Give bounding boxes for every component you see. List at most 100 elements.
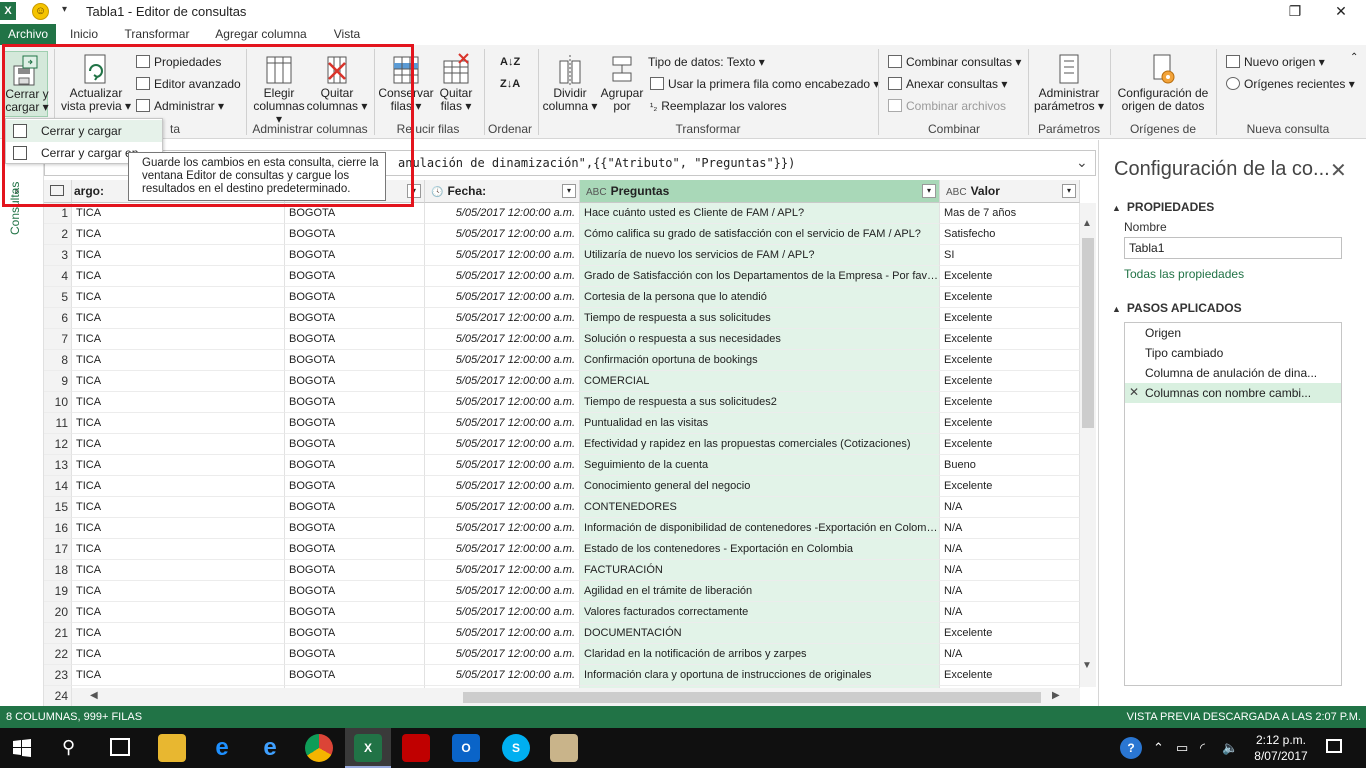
table-cell-valor[interactable]: Excelente [940,413,1080,434]
table-cell-cargo[interactable]: TICA [72,308,285,329]
taskbar-clock[interactable]: 2:12 p.m. 8/07/2017 [1246,732,1316,764]
row-number[interactable]: 16 [44,518,72,539]
close-pane-icon[interactable]: ✕ [1330,158,1347,183]
table-cell-fecha[interactable]: 5/05/2017 12:00:00 a.m. [425,434,580,455]
table-cell-ciudad[interactable]: BOGOTA [285,518,425,539]
table-cell-ciudad[interactable]: BOGOTA [285,329,425,350]
sort-descending-icon[interactable]: Z↓A [500,75,520,93]
table-cell-pregunta[interactable]: Efectividad y rapidez en las propuestas … [580,434,940,455]
table-cell-pregunta[interactable]: DOCUMENTACIÓN [580,623,940,644]
table-cell-ciudad[interactable]: BOGOTA [285,602,425,623]
table-cell-cargo[interactable]: TICA [72,434,285,455]
row-number[interactable]: 23 [44,665,72,686]
table-row[interactable]: 5 TICA BOGOTA 5/05/2017 12:00:00 a.m. Cortes… [44,287,1080,308]
table-row[interactable]: 20 TICA BOGOTA 5/05/2017 12:00:00 a.m. Valor… [44,602,1080,623]
row-number[interactable]: 17 [44,539,72,560]
table-cell-ciudad[interactable]: BOGOTA [285,392,425,413]
horizontal-scroll-thumb[interactable] [463,692,1041,703]
table-cell-fecha[interactable]: 5/05/2017 12:00:00 a.m. [425,518,580,539]
table-cell-ciudad[interactable]: BOGOTA [285,581,425,602]
table-menu-icon[interactable] [44,180,72,203]
scroll-up-icon[interactable]: ▲ [1082,218,1092,229]
advanced-editor-button[interactable]: Editor avanzado [136,75,241,93]
table-cell-cargo[interactable]: TICA [72,413,285,434]
table-cell-cargo[interactable]: TICA [72,266,285,287]
table-cell-valor[interactable]: N/A [940,560,1080,581]
table-cell-cargo[interactable]: TICA [72,644,285,665]
step-origen[interactable]: Origen [1125,323,1341,343]
table-cell-cargo[interactable]: TICA [72,602,285,623]
table-cell-fecha[interactable]: 5/05/2017 12:00:00 a.m. [425,476,580,497]
row-number[interactable]: 6 [44,308,72,329]
data-type-dropdown[interactable]: Tipo de datos: Texto ▾ [648,53,765,71]
edge-icon[interactable]: e [208,734,236,762]
close-window-button[interactable]: ✕ [1318,0,1364,24]
file-explorer-icon[interactable] [158,734,186,762]
chrome-icon[interactable] [305,734,333,762]
search-icon[interactable]: ⚲ [62,737,75,758]
table-cell-ciudad[interactable]: BOGOTA [285,413,425,434]
queries-pane-collapsed[interactable] [0,140,44,706]
manage-parameters-button[interactable]: Administrar parámetros ▾ [1032,51,1106,117]
row-number[interactable]: 22 [44,644,72,665]
table-cell-fecha[interactable]: 5/05/2017 12:00:00 a.m. [425,287,580,308]
row-number[interactable]: 5 [44,287,72,308]
windows-start-icon[interactable] [12,738,32,758]
table-cell-valor[interactable]: N/A [940,581,1080,602]
table-cell-cargo[interactable]: TICA [72,455,285,476]
skype-icon[interactable]: S [502,734,530,762]
table-cell-ciudad[interactable]: BOGOTA [285,287,425,308]
row-number[interactable]: 19 [44,581,72,602]
row-number[interactable]: 14 [44,476,72,497]
column-header-valor[interactable]: ABC Valor ▾ [940,180,1080,203]
step-columna-anulacion[interactable]: Columna de anulación de dina... [1125,363,1341,383]
table-cell-ciudad[interactable]: BOGOTA [285,245,425,266]
restore-button[interactable]: ❐ [1272,0,1318,24]
all-properties-link[interactable]: Todas las propiedades [1124,267,1244,281]
table-cell-fecha[interactable]: 5/05/2017 12:00:00 a.m. [425,203,580,224]
table-row[interactable]: 19 TICA BOGOTA 5/05/2017 12:00:00 a.m. Agili… [44,581,1080,602]
query-name-input[interactable]: Tabla1 [1124,237,1342,259]
table-cell-cargo[interactable]: TICA [72,329,285,350]
table-cell-cargo[interactable]: TICA [72,581,285,602]
table-row[interactable]: 14 TICA BOGOTA 5/05/2017 12:00:00 a.m. Conoc… [44,476,1080,497]
table-row[interactable]: 3 TICA BOGOTA 5/05/2017 12:00:00 a.m. Utiliz… [44,245,1080,266]
row-number[interactable]: 15 [44,497,72,518]
table-cell-pregunta[interactable]: Valores facturados correctamente [580,602,940,623]
tab-agregar-columna[interactable]: Agregar columna [212,24,310,45]
table-cell-valor[interactable]: Excelente [940,287,1080,308]
table-cell-ciudad[interactable]: BOGOTA [285,623,425,644]
merge-queries-button[interactable]: Combinar consultas ▾ [888,53,1021,71]
filter-dropdown-icon[interactable]: ▾ [562,184,576,198]
table-cell-ciudad[interactable]: BOGOTA [285,539,425,560]
table-row[interactable]: 2 TICA BOGOTA 5/05/2017 12:00:00 a.m. Cómo c… [44,224,1080,245]
row-number[interactable]: 13 [44,455,72,476]
collapse-triangle-icon[interactable]: ▲ [1112,304,1121,314]
tab-transformar[interactable]: Transformar [120,24,194,45]
table-cell-fecha[interactable]: 5/05/2017 12:00:00 a.m. [425,308,580,329]
table-cell-ciudad[interactable]: BOGOTA [285,665,425,686]
table-cell-cargo[interactable]: TICA [72,539,285,560]
step-columnas-nombre-cambiado[interactable]: Columnas con nombre cambi... [1125,383,1341,403]
table-cell-pregunta[interactable]: COMERCIAL [580,371,940,392]
filter-dropdown-icon[interactable]: ▾ [1062,184,1076,198]
table-cell-valor[interactable]: N/A [940,518,1080,539]
table-cell-ciudad[interactable]: BOGOTA [285,560,425,581]
wifi-icon[interactable]: ◜ [1200,740,1205,756]
table-row[interactable]: 22 TICA BOGOTA 5/05/2017 12:00:00 a.m. Clari… [44,644,1080,665]
table-cell-ciudad[interactable]: BOGOTA [285,308,425,329]
filter-dropdown-icon[interactable]: ▾ [922,184,936,198]
table-cell-pregunta[interactable]: Hace cuánto usted es Cliente de FAM / AP… [580,203,940,224]
table-cell-pregunta[interactable]: CONTENEDORES [580,497,940,518]
row-number[interactable]: 4 [44,266,72,287]
row-number[interactable]: 1 [44,203,72,224]
table-cell-pregunta[interactable]: Seguimiento de la cuenta [580,455,940,476]
table-cell-ciudad[interactable]: BOGOTA [285,266,425,287]
table-row[interactable]: 12 TICA BOGOTA 5/05/2017 12:00:00 a.m. Efect… [44,434,1080,455]
table-row[interactable]: 1 TICA BOGOTA 5/05/2017 12:00:00 a.m. Hace c… [44,203,1080,224]
table-cell-pregunta[interactable]: Tiempo de respuesta a sus solicitudes [580,308,940,329]
tab-archivo[interactable]: Archivo [0,24,56,45]
properties-button[interactable]: Propiedades [136,53,221,71]
append-queries-button[interactable]: Anexar consultas ▾ [888,75,1007,93]
menu-item-close-and-load[interactable]: Cerrar y cargar [6,120,162,142]
